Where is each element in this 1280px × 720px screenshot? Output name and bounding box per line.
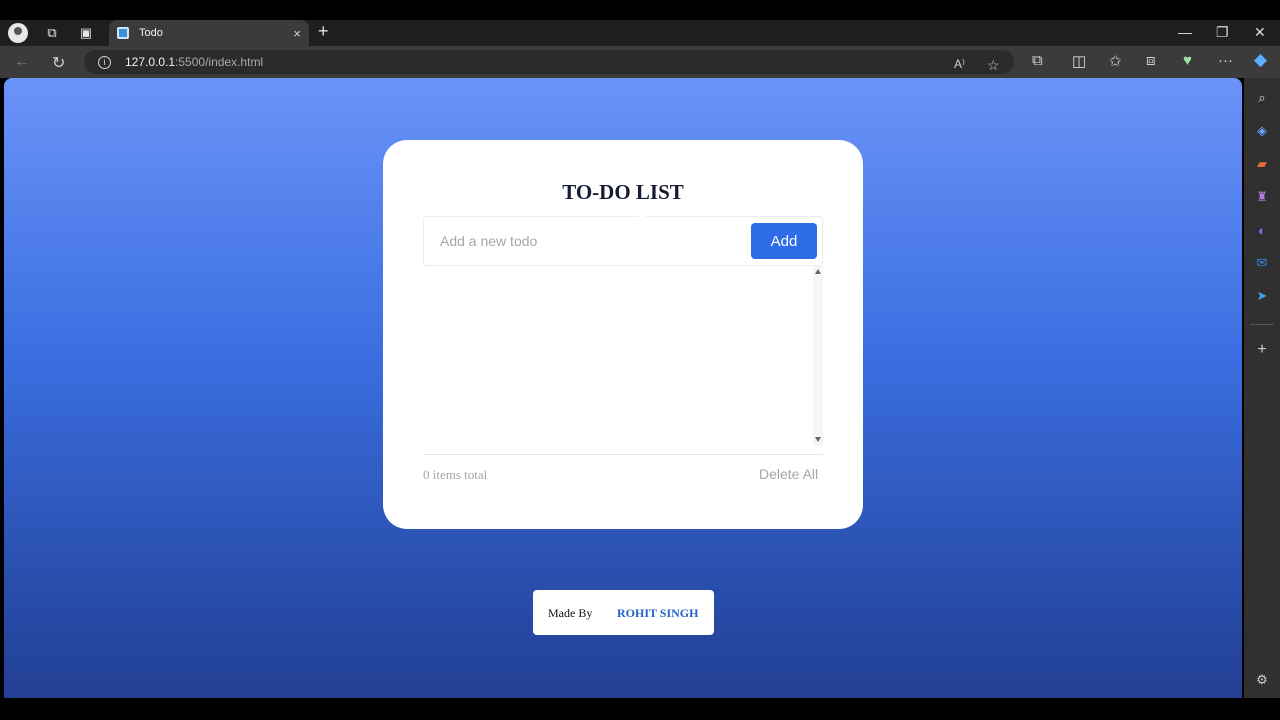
screen-bottom-bar bbox=[0, 698, 1280, 720]
url-path: :5500/index.html bbox=[175, 55, 264, 69]
todo-list bbox=[423, 266, 823, 446]
workspaces-icon[interactable]: ⧉ bbox=[42, 23, 62, 43]
tab-title: Todo bbox=[139, 27, 163, 39]
vertical-tabs-icon[interactable]: ▣ bbox=[76, 23, 96, 43]
page-viewport: TO-DO LIST Add 0 items total Delete All … bbox=[4, 78, 1242, 698]
sidebar-settings-icon[interactable]: ⚙ bbox=[1254, 672, 1270, 688]
window-close-button[interactable]: ✕ bbox=[1254, 24, 1266, 41]
scroll-down-arrow-icon[interactable] bbox=[815, 437, 821, 442]
favorite-star-icon[interactable]: ☆ bbox=[987, 57, 1000, 74]
sidebar-tools-icon[interactable]: ▰ bbox=[1254, 156, 1270, 172]
split-screen-icon[interactable]: ◫ bbox=[1072, 52, 1086, 70]
profile-icon bbox=[8, 23, 28, 43]
footer-credit: Made By ROHIT SINGH bbox=[533, 590, 714, 635]
settings-more-icon[interactable]: ··· bbox=[1218, 52, 1233, 69]
copilot-icon[interactable]: ◆ bbox=[1254, 50, 1267, 70]
restore-button[interactable]: ❐ bbox=[1216, 24, 1229, 41]
todo-input-row: Add bbox=[423, 216, 823, 266]
delete-all-button[interactable]: Delete All bbox=[759, 466, 818, 482]
todo-card: TO-DO LIST Add 0 items total Delete All bbox=[383, 140, 863, 529]
scroll-up-arrow-icon[interactable] bbox=[815, 269, 821, 274]
author-name: ROHIT SINGH bbox=[617, 606, 699, 620]
todo-list-scrollbar[interactable] bbox=[813, 266, 823, 446]
page-title: TO-DO LIST bbox=[562, 180, 684, 204]
sidebar-divider bbox=[1250, 324, 1274, 325]
sidebar-search-icon[interactable]: ⌕ bbox=[1254, 90, 1270, 106]
list-divider bbox=[423, 454, 823, 455]
browser-tab-strip: ⧉ ▣ Todo × + — ❐ ✕ bbox=[0, 20, 1280, 46]
sidebar-telegram-icon[interactable]: ➤ bbox=[1254, 288, 1270, 304]
tab-close-icon[interactable]: × bbox=[293, 26, 301, 41]
url-field[interactable]: i 127.0.0.1:5500/index.html A⁾ ☆ bbox=[84, 50, 1014, 74]
collections-icon[interactable]: ⧈ bbox=[1146, 52, 1156, 69]
url-host: 127.0.0.1 bbox=[125, 55, 176, 69]
items-total-count: 0 items total bbox=[423, 467, 488, 482]
sidebar-shopping-icon[interactable]: ◈ bbox=[1254, 123, 1270, 139]
tab-todo[interactable]: Todo × bbox=[109, 20, 309, 46]
new-tab-button[interactable]: + bbox=[318, 21, 329, 42]
screen-top-bar bbox=[0, 0, 1280, 20]
site-info-icon[interactable]: i bbox=[98, 55, 111, 69]
todo-input[interactable] bbox=[424, 217, 744, 265]
reload-button[interactable]: ↻ bbox=[52, 53, 65, 73]
profile-avatar[interactable] bbox=[8, 23, 28, 43]
browser-address-bar: ← ↻ i 127.0.0.1:5500/index.html A⁾ ☆ ⧉ ◫… bbox=[0, 46, 1280, 78]
browser-sidebar: ⌕ ◈ ▰ ♜ ◐ ✉ ➤ + ⚙ bbox=[1244, 78, 1280, 698]
sidebar-copilot-icon[interactable]: ◐ bbox=[1254, 222, 1270, 238]
sidebar-games-icon[interactable]: ♜ bbox=[1254, 189, 1270, 205]
sidebar-add-icon[interactable]: + bbox=[1254, 341, 1270, 358]
sidebar-outlook-icon[interactable]: ✉ bbox=[1254, 255, 1270, 271]
favorites-icon[interactable]: ✩ bbox=[1109, 52, 1122, 70]
made-by-label: Made By bbox=[548, 606, 593, 620]
minimize-button[interactable]: — bbox=[1178, 24, 1192, 40]
extensions-icon[interactable]: ⧉ bbox=[1032, 52, 1043, 69]
add-button[interactable]: Add bbox=[751, 223, 817, 259]
browser-essentials-icon[interactable]: ♥ bbox=[1183, 52, 1192, 69]
read-aloud-icon[interactable]: A⁾ bbox=[954, 57, 965, 71]
back-button[interactable]: ← bbox=[14, 53, 30, 71]
page-favicon-icon bbox=[117, 27, 129, 39]
